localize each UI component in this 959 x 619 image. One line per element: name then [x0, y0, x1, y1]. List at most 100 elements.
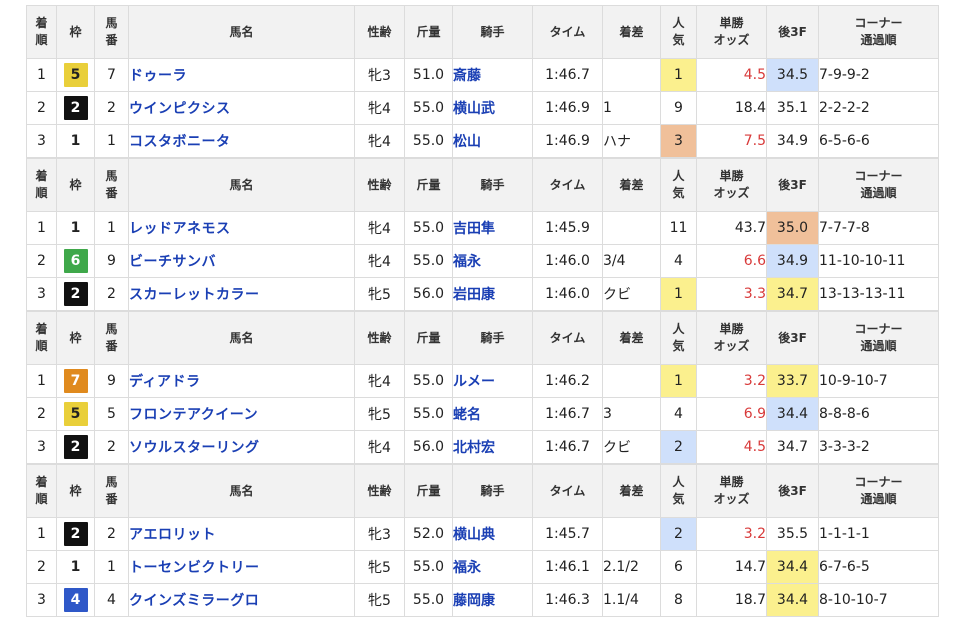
horse-name-link[interactable]: トーセンビクトリー: [128, 550, 355, 584]
margin: [602, 364, 661, 398]
horse-name-link[interactable]: アエロリット: [128, 517, 355, 551]
header-rank-line: 着: [35, 16, 48, 30]
waku-badge: 4: [63, 588, 88, 612]
weight: 52.0: [404, 517, 453, 551]
header-jockey: 騎手: [452, 158, 533, 212]
header-odds: 単勝 オッズ: [696, 5, 767, 59]
horse-name-link[interactable]: ウインピクシス: [128, 91, 355, 125]
jockey-link[interactable]: 蛯名: [452, 397, 533, 431]
weight: 55.0: [404, 244, 453, 278]
umaban: 2: [94, 517, 129, 551]
header-jockey: 騎手: [452, 5, 533, 59]
result-row[interactable]: 1 2 2 アエロリット 牝3 52.0 横山典 1:45.7 2 3.2 35.5 1-1-1-1: [26, 517, 939, 551]
result-row[interactable]: 1 5 7 ドゥーラ 牝3 51.0 斎藤 1:46.7 1 4.5 34.5 7-9-9-2: [26, 58, 939, 92]
umaban: 1: [94, 550, 129, 584]
result-row[interactable]: 1 7 9 ディアドラ 牝4 55.0 ルメー 1:46.2 1 3.2 33.7 10-9-10-7: [26, 364, 939, 398]
header-corner-line: 通過順: [860, 492, 897, 506]
jockey-link[interactable]: 岩田康: [452, 277, 533, 311]
time: 1:45.7: [532, 517, 603, 551]
jockey-link[interactable]: 横山武: [452, 91, 533, 125]
waku-cell: 1: [56, 211, 95, 245]
umaban: 2: [94, 277, 129, 311]
header-margin: 着差: [602, 464, 661, 518]
waku-badge: 7: [63, 369, 88, 393]
horse-name-link[interactable]: フロンテアクイーン: [128, 397, 355, 431]
horse-name-link[interactable]: レッドアネモス: [128, 211, 355, 245]
sex-age: 牝5: [354, 397, 405, 431]
last-3f: 34.7: [766, 277, 819, 311]
result-row[interactable]: 3 2 2 ソウルスターリング 牝4 56.0 北村宏 1:46.7 クビ 2 4.5 34.7 3-3…: [26, 430, 939, 464]
result-row[interactable]: 2 2 2 ウインピクシス 牝4 55.0 横山武 1:46.9 1 9 18.4 35.1 2-2-2…: [26, 91, 939, 125]
time: 1:46.1: [532, 550, 603, 584]
popularity: 1: [660, 58, 697, 92]
header-corner: コーナー 通過順: [818, 5, 939, 59]
horse-name-link[interactable]: コスタボニータ: [128, 124, 355, 158]
corner-order: 1-1-1-1: [818, 517, 939, 551]
jockey-link[interactable]: ルメー: [452, 364, 533, 398]
rank: 3: [26, 277, 57, 311]
race-results: 着順枠馬番馬名 性齢 斤量 騎手 タイム 着差人気単勝 オッズ 後3F コーナー 通過順 1 5 7 ドゥ…: [26, 5, 939, 617]
odds: 3.3: [696, 277, 767, 311]
waku-badge: 5: [63, 63, 88, 87]
header-last-3f: 後3F: [766, 5, 819, 59]
header-waku: 枠: [56, 5, 95, 59]
horse-name-link[interactable]: ビーチサンバ: [128, 244, 355, 278]
weight: 56.0: [404, 277, 453, 311]
result-row[interactable]: 2 5 5 フロンテアクイーン 牝5 55.0 蛯名 1:46.7 3 4 6.9 34.4 8-8-8…: [26, 397, 939, 431]
waku-badge: 2: [63, 282, 88, 306]
sex-age: 牝4: [354, 124, 405, 158]
time: 1:46.7: [532, 430, 603, 464]
waku-badge: 1: [63, 216, 88, 240]
header-popularity-line: 人: [672, 169, 685, 183]
header-margin: 着差: [602, 311, 661, 365]
header-popularity: 人気: [660, 464, 697, 518]
horse-name-link[interactable]: スカーレットカラー: [128, 277, 355, 311]
waku-badge: 6: [63, 249, 88, 273]
jockey-link[interactable]: 福永: [452, 244, 533, 278]
result-row[interactable]: 1 1 1 レッドアネモス 牝4 55.0 吉田隼 1:45.9 11 43.7 35.0 7-7-7…: [26, 211, 939, 245]
header-corner-line: コーナー: [854, 475, 903, 489]
sex-age: 牝4: [354, 91, 405, 125]
horse-name-link[interactable]: ドゥーラ: [128, 58, 355, 92]
popularity: 4: [660, 397, 697, 431]
header-popularity-line: 人: [672, 475, 685, 489]
header-rank: 着順: [26, 5, 57, 59]
jockey-link[interactable]: 松山: [452, 124, 533, 158]
header-weight: 斤量: [404, 5, 453, 59]
header-waku: 枠: [56, 158, 95, 212]
result-row[interactable]: 2 1 1 トーセンビクトリー 牝5 55.0 福永 1:46.1 2.1/2 6 14.7 34.4…: [26, 550, 939, 584]
jockey-link[interactable]: 藤岡康: [452, 583, 533, 617]
result-row[interactable]: 3 2 2 スカーレットカラー 牝5 56.0 岩田康 1:46.0 クビ 1 3.3 34.7 13-…: [26, 277, 939, 311]
waku-cell: 2: [56, 91, 95, 125]
header-corner-line: コーナー: [854, 16, 903, 30]
result-row[interactable]: 3 4 4 クインズミラーグロ 牝5 55.0 藤岡康 1:46.3 1.1/4 8 18.7 34.…: [26, 583, 939, 617]
jockey-link[interactable]: 吉田隼: [452, 211, 533, 245]
header-umaban-line: 番: [105, 186, 118, 200]
umaban: 4: [94, 583, 129, 617]
header-umaban-line: 馬: [105, 475, 118, 489]
header-horse-name: 馬名: [128, 464, 355, 518]
header-popularity-line: 気: [672, 339, 685, 353]
margin: 3/4: [602, 244, 661, 278]
umaban: 9: [94, 244, 129, 278]
header-corner-line: 通過順: [860, 186, 897, 200]
header-popularity-line: 人: [672, 16, 685, 30]
horse-name-link[interactable]: ディアドラ: [128, 364, 355, 398]
jockey-link[interactable]: 北村宏: [452, 430, 533, 464]
result-row[interactable]: 3 1 1 コスタボニータ 牝4 55.0 松山 1:46.9 ハナ 3 7.5 34.9 6-5-6-…: [26, 124, 939, 158]
corner-order: 6-7-6-5: [818, 550, 939, 584]
umaban: 1: [94, 124, 129, 158]
jockey-link[interactable]: 横山典: [452, 517, 533, 551]
header-umaban: 馬番: [94, 158, 129, 212]
header-rank-line: 順: [35, 492, 48, 506]
horse-name-link[interactable]: ソウルスターリング: [128, 430, 355, 464]
popularity: 11: [660, 211, 697, 245]
header-odds-line: オッズ: [713, 33, 750, 47]
header-last-3f: 後3F: [766, 158, 819, 212]
result-row[interactable]: 2 6 9 ビーチサンバ 牝4 55.0 福永 1:46.0 3/4 4 6.6 34.9 11-10-…: [26, 244, 939, 278]
sex-age: 牝3: [354, 517, 405, 551]
corner-order: 11-10-10-11: [818, 244, 939, 278]
horse-name-link[interactable]: クインズミラーグロ: [128, 583, 355, 617]
jockey-link[interactable]: 福永: [452, 550, 533, 584]
jockey-link[interactable]: 斎藤: [452, 58, 533, 92]
